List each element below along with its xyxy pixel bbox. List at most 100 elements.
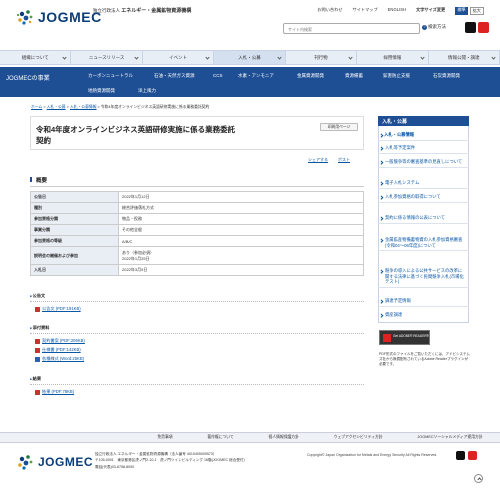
row-key: 事業分類 [30, 224, 119, 236]
biz-mine-pollution[interactable]: 鉱害防止支援 [383, 73, 410, 79]
footer-accessibility-link[interactable]: ウェブアクセシビリティ方針 [334, 435, 383, 440]
row-key: 参加資格分類 [30, 213, 119, 225]
breadcrumb-bids[interactable]: 入札・公募 [47, 105, 66, 109]
org-type: 独立行政法人 [93, 8, 120, 13]
footer-privacy-link[interactable]: 個人情報保護方針 [269, 435, 299, 440]
share-facebook-link[interactable]: シェアする [308, 157, 328, 163]
sidebar-item-asset-procurement[interactable]: 資産調達 [378, 310, 469, 320]
sidebar-item-e-bidding[interactable]: 電子入札システム [378, 178, 469, 189]
nav-news[interactable]: ニュースリリース [71, 51, 143, 64]
footer-disclaimer-link[interactable]: 免責事項 [157, 435, 172, 440]
utility-links: お問い合わせ サイトマップ ENGLISH 文字サイズ変更 標準 拡大 [317, 7, 484, 15]
result-heading: 結果 [30, 376, 364, 385]
row-value: 2022年3月9日 [118, 264, 364, 276]
sitemap-link[interactable]: サイトマップ [353, 7, 378, 15]
breadcrumb-bid-info[interactable]: 入札・公募情報 [70, 105, 97, 109]
sidebar-item-criteria[interactable]: 一般競争等の審査基準の見直しについて [378, 157, 469, 168]
site-logo[interactable]: JOGMEC [14, 6, 102, 28]
attachment-link[interactable]: 契約書案 (PDF:206KB) [35, 338, 85, 344]
sidebar-item-market-test[interactable]: 競争の導入による公共サービスの改革に関する法律に基づく民間競争入札(市場化テスト… [378, 266, 469, 288]
business-bar [0, 67, 500, 97]
footer-street: 〒105-0001 東京都港区虎ノ門2-10-1 虎ノ門ツインビルディング 16… [95, 458, 245, 463]
sidebar-item-procurement-plan[interactable]: 調達予定情報 [378, 296, 469, 307]
attachment-link[interactable]: 仕様書 (PDF:142KB) [35, 347, 81, 353]
search-method-link[interactable]: ? 検索方法 [422, 24, 446, 30]
notice-heading: 公告文 [30, 293, 364, 302]
table-row: 参加資格の等級 A/B/C [30, 235, 364, 247]
english-link[interactable]: ENGLISH [388, 7, 406, 15]
youtube-icon[interactable] [468, 451, 477, 460]
row-key: 入札日 [30, 264, 119, 276]
biz-oil-gas[interactable]: 石油・天然ガス資源 [154, 73, 195, 79]
footer-social-policy-link[interactable]: JOGMECソーシャルメディア運用方針 [417, 435, 482, 440]
result-file-link[interactable]: 結果 (PDF:78KB) [35, 389, 74, 395]
sidebar-item-qualification[interactable]: 入札参加資格の取得について [378, 192, 469, 203]
footer-links: 免責事項 著作権について 個人情報保護方針 ウェブアクセシビリティ方針 JOGM… [0, 432, 500, 443]
biz-metals[interactable]: 金属資源開発 [297, 73, 324, 79]
share-row: シェアする ポスト [308, 157, 350, 163]
notice-file-link[interactable]: 公告文 (PDF:191KB) [35, 306, 81, 312]
breadcrumb-home[interactable]: ホーム [31, 105, 42, 109]
pdf-icon [35, 306, 40, 312]
nav-events[interactable]: イベント [143, 51, 215, 64]
row-key: 参加資格の等級 [30, 235, 119, 247]
biz-offshore-wind[interactable]: 洋上風力 [138, 88, 156, 94]
print-page-button[interactable]: 印刷用ページ [320, 123, 358, 131]
footer-copyright-link[interactable]: 著作権について [207, 435, 233, 440]
x-icon[interactable] [465, 22, 476, 33]
row-value: 総合評価落札方式 [118, 202, 364, 214]
adobe-reader-badge[interactable]: Get ADOBE® READER® [379, 330, 430, 345]
adobe-note: PDF形式のファイルをご覧いただくには、アドビシステムズ社から無償配布されている… [379, 352, 470, 366]
nav-about[interactable]: 組織について [0, 51, 72, 64]
attachment-label[interactable]: 各種様式 (Word:25KB) [42, 356, 84, 362]
attachment-label[interactable]: 仕様書 (PDF:142KB) [42, 347, 81, 353]
sidebar-heading[interactable]: 入札・公募 [378, 116, 469, 126]
adobe-badge-label: Get ADOBE® READER® [393, 334, 429, 338]
jogmec-logo-icon [14, 451, 36, 473]
biz-coal[interactable]: 石炭資源開発 [433, 73, 460, 79]
contact-link[interactable]: お問い合わせ [317, 7, 342, 15]
sidebar-item-planned[interactable]: 入札等予定案件 [378, 143, 469, 154]
nav-bids[interactable]: 入札・公募 [214, 51, 286, 64]
biz-stockpile[interactable]: 資源備蓄 [345, 73, 363, 79]
overview-heading: 概要 [30, 176, 364, 187]
nav-disclosure[interactable]: 情報公開・調達 [429, 51, 500, 64]
arrow-up-icon [476, 477, 482, 482]
page-title: 令和4年度オンラインビジネス英語研修実施に係る業務委託 契約 [36, 124, 235, 146]
result-file-label[interactable]: 結果 (PDF:78KB) [42, 389, 74, 395]
notice-file-label[interactable]: 公告文 (PDF:191KB) [42, 306, 81, 312]
site-search-input[interactable]: サイト内検索 [283, 23, 420, 34]
footer-logo[interactable]: JOGMEC [14, 451, 93, 473]
back-to-top-button[interactable] [474, 474, 483, 483]
overview-table: 公告日 2022年1月12日 種別 総合評価落札方式 参加資格分類 物品・役務 事業分… [30, 191, 364, 276]
biz-geothermal[interactable]: 地熱資源開発 [88, 88, 115, 94]
table-row: 事業分類 その他全般 [30, 224, 364, 236]
x-icon[interactable] [456, 451, 465, 460]
table-row: 公告日 2022年1月12日 [30, 191, 364, 203]
biz-ccs[interactable]: CCS [213, 73, 223, 78]
row-value: 物品・役務 [118, 213, 364, 225]
breadcrumb-current: 令和4年度オンラインビジネス英語研修実施に係る業務委託契約 [100, 105, 210, 109]
table-row: 参加資格分類 物品・役務 [30, 213, 364, 225]
org-title: エネルギー・金属鉱物資源機構 [121, 8, 192, 14]
youtube-icon[interactable] [478, 22, 489, 33]
sidebar-item-contract-info[interactable]: 契約に係る情報の公表について [378, 213, 469, 224]
nav-careers[interactable]: 採用情報 [357, 51, 429, 64]
biz-carbon-neutral[interactable]: カーボンニュートラル [88, 73, 133, 79]
attachment-link[interactable]: 各種様式 (Word:25KB) [35, 356, 84, 362]
share-x-link[interactable]: ポスト [338, 157, 350, 163]
search-method-label: 検索方法 [428, 24, 446, 29]
attachment-label[interactable]: 契約書案 (PDF:206KB) [42, 338, 85, 344]
font-size-normal-button[interactable]: 標準 [455, 7, 468, 15]
biz-hydrogen[interactable]: 水素・アンモニア [238, 73, 274, 79]
font-size-large-button[interactable]: 拡大 [469, 7, 484, 15]
nav-publications[interactable]: 刊行物 [286, 51, 358, 64]
row-value: A/B/C [118, 235, 364, 247]
org-name: 独立行政法人 エネルギー・金属鉱物資源機構 [93, 8, 191, 14]
row-value: 2022年1月12日 [118, 191, 364, 203]
footer-phone: 電話(代表)03-6758-8000 [95, 464, 135, 469]
table-row: 種別 総合評価落札方式 [30, 202, 364, 214]
sidebar-item-bid-info[interactable]: 入札・公募情報 [378, 130, 469, 141]
table-row: 説明会の開催および参加 あり（参加必須） 2022年1月25日 [30, 246, 364, 265]
sidebar-item-stockpile-bid[interactable]: 金属鉱産物備蓄物資の入札参加資格審査(令和04～06年度)について [378, 235, 469, 252]
